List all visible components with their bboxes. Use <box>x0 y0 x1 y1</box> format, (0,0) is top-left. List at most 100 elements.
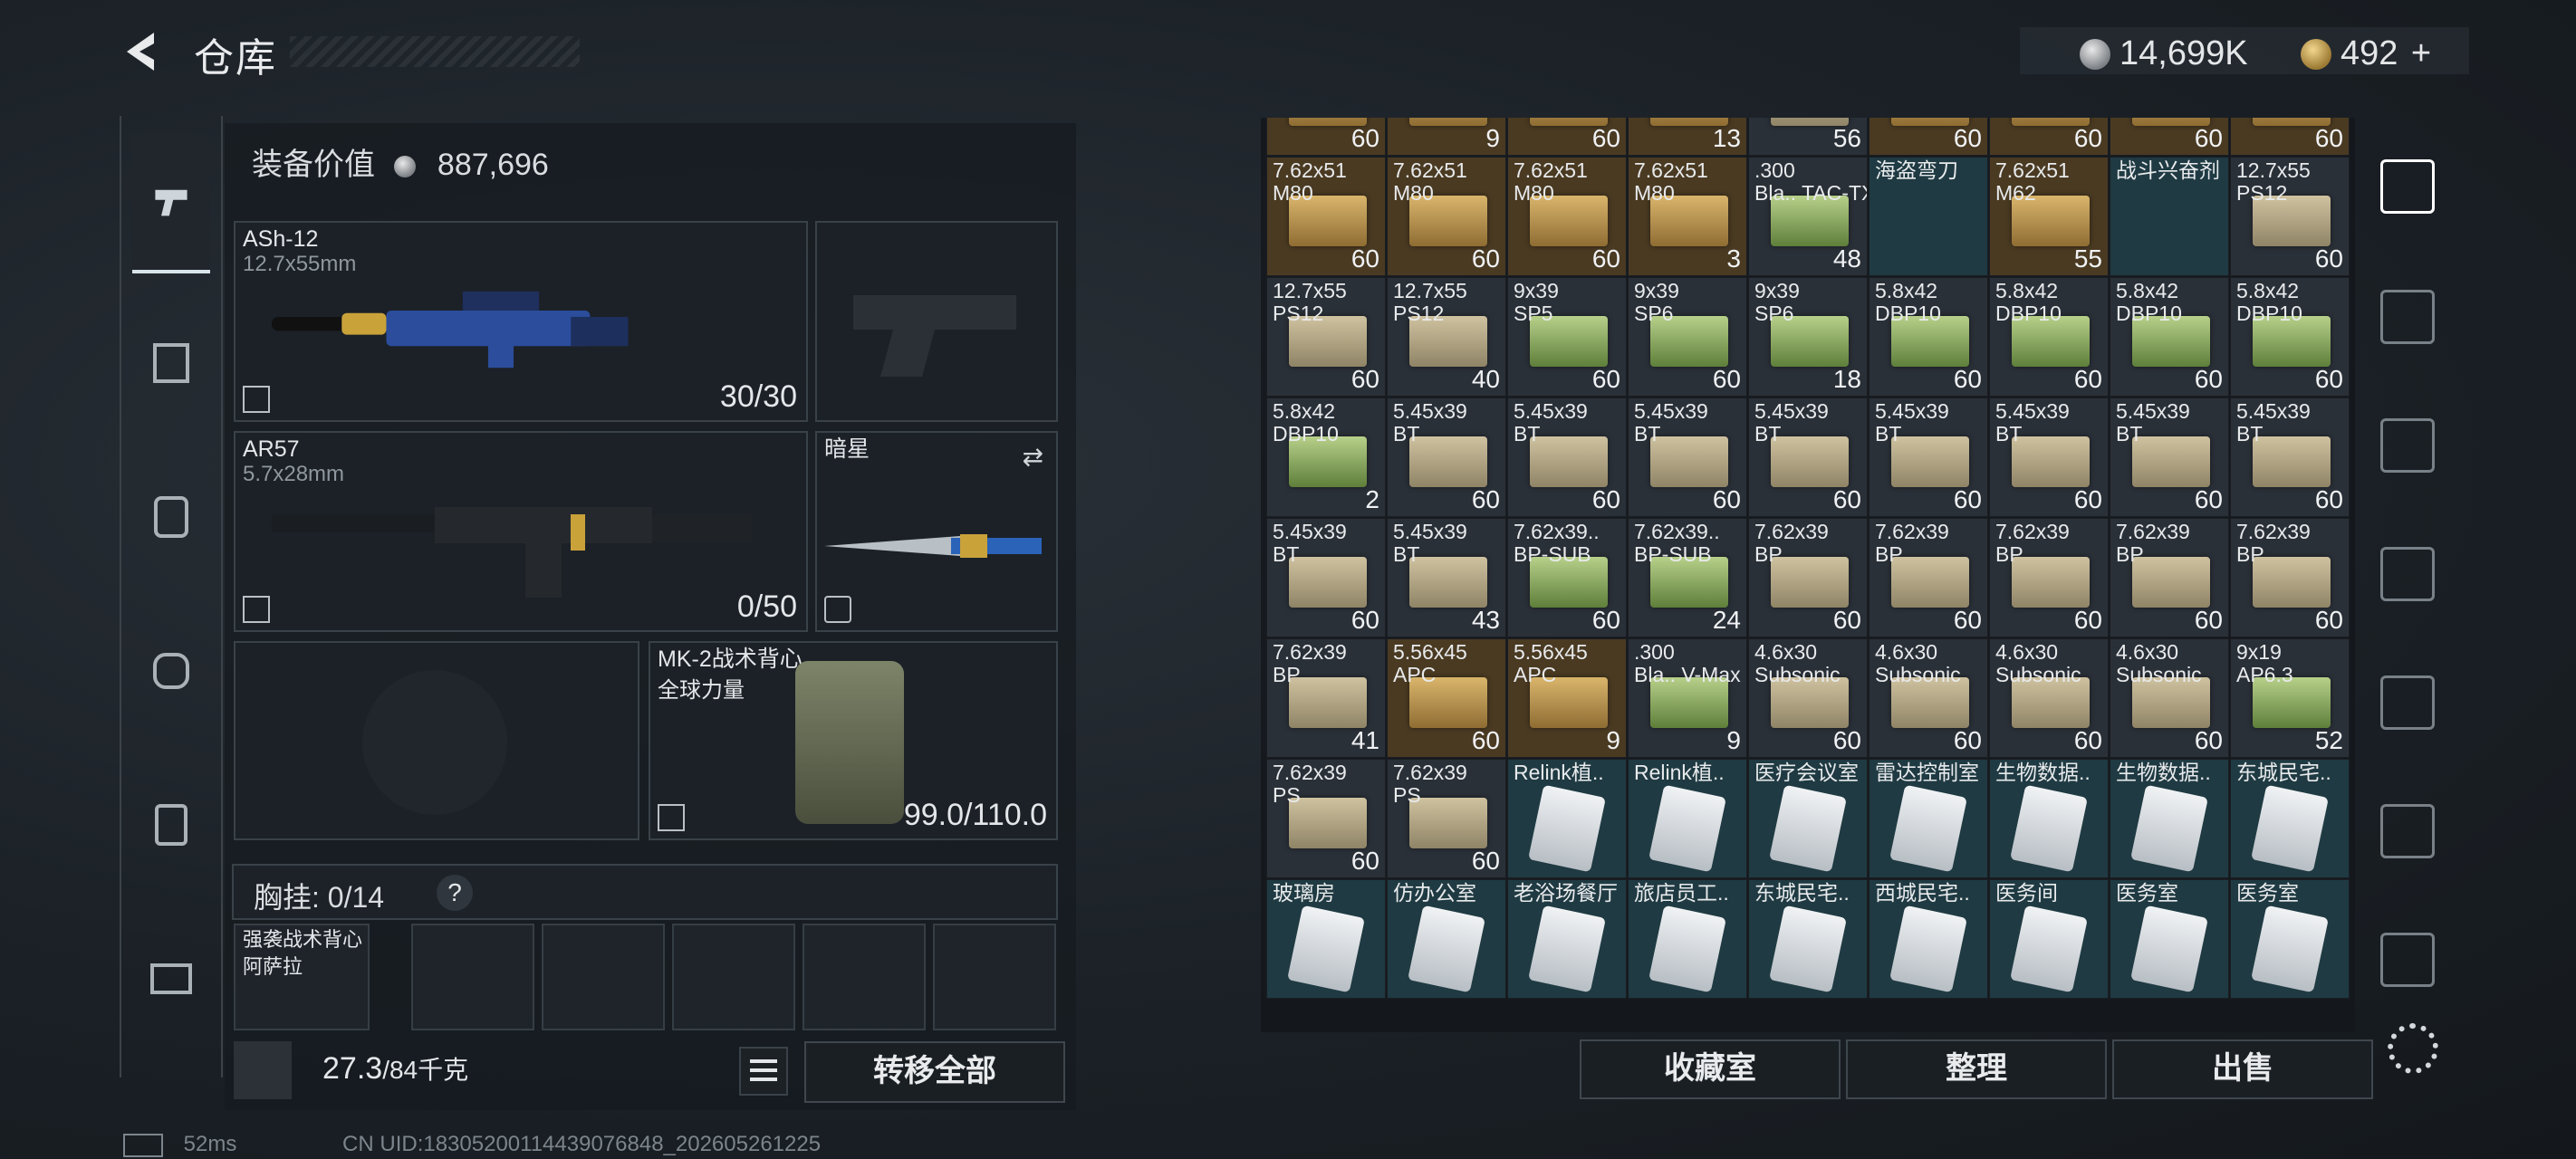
rig-pocket-slot[interactable] <box>411 924 534 1030</box>
tab-stash-5[interactable] <box>2380 547 2435 601</box>
stash-item[interactable]: 4.6x30 Subsonic 60 <box>1748 638 1868 758</box>
stash-item[interactable]: 7.62x39 PS 60 <box>1266 759 1386 878</box>
tab-stash-4b[interactable] <box>2380 675 2435 730</box>
stash-item[interactable]: 60 <box>1507 118 1627 156</box>
nav-toolbox[interactable] <box>132 940 210 1018</box>
stash-item[interactable]: 5.45x39 BT 60 <box>1387 398 1506 517</box>
stash-item[interactable]: 7.62x39.. BP-SUB 24 <box>1628 518 1747 637</box>
stash-item[interactable]: 生物数据.. <box>2110 759 2229 878</box>
stash-item[interactable]: 5.8x42 DBP10 60 <box>2230 277 2350 397</box>
stash-item[interactable]: 7.62x39 BP 60 <box>2230 518 2350 637</box>
stash-item[interactable]: 5.56x45 APC 9 <box>1507 638 1627 758</box>
stash-item[interactable]: 医疗会议室 <box>1748 759 1868 878</box>
stash-item[interactable]: 12.7x55 PS12 40 <box>1387 277 1506 397</box>
swap-icon[interactable]: ⇄ <box>1023 442 1043 472</box>
chest-rig-row[interactable]: 胸挂: 0/14 ? <box>232 864 1058 920</box>
tab-stash-4a[interactable] <box>2380 418 2435 473</box>
stash-item[interactable]: 仿办公室 <box>1387 879 1506 999</box>
list-view-button[interactable] <box>739 1047 788 1096</box>
stash-item[interactable]: 5.45x39 BT 60 <box>1628 398 1747 517</box>
transfer-all-button[interactable]: 转移全部 <box>804 1041 1065 1103</box>
settings-gear-icon[interactable] <box>2388 1023 2438 1074</box>
primary-weapon-slot[interactable]: ASh-12 12.7x55mm 30/30 <box>234 221 808 422</box>
stash-item[interactable]: 战斗兴奋剂 <box>2110 157 2229 276</box>
stash-item[interactable]: 东城民宅.. <box>2230 759 2350 878</box>
stash-item[interactable]: 9x39 SP5 60 <box>1507 277 1627 397</box>
nav-vest[interactable] <box>132 324 210 402</box>
stash-item[interactable]: 56 <box>1748 118 1868 156</box>
stash-item[interactable]: 7.62x51 M80 3 <box>1628 157 1747 276</box>
stash-item[interactable]: 4.6x30 Subsonic 60 <box>2110 638 2229 758</box>
stash-item[interactable]: 9x19 AP6.3 52 <box>2230 638 2350 758</box>
stash-item[interactable]: 7.62x51 M80 60 <box>1387 157 1506 276</box>
stash-item[interactable]: 9x39 SP6 18 <box>1748 277 1868 397</box>
stash-item[interactable]: 7.62x51 M80 60 <box>1507 157 1627 276</box>
tab-stash-4c[interactable] <box>2380 933 2435 987</box>
stash-item[interactable]: 5.8x42 DBP10 2 <box>1266 398 1386 517</box>
stash-item[interactable]: 4.6x30 Subsonic 60 <box>1989 638 2109 758</box>
nav-weapons[interactable] <box>132 134 210 273</box>
nav-case[interactable] <box>132 786 210 864</box>
stash-item[interactable]: 7.62x51 M80 60 <box>1266 157 1386 276</box>
tab-stash-gt[interactable] <box>2380 804 2435 858</box>
stash-item[interactable]: 60 <box>1266 118 1386 156</box>
stash-item[interactable]: 7.62x51 M62 55 <box>1989 157 2109 276</box>
add-gold-button[interactable]: + <box>2411 34 2431 72</box>
stash-item[interactable]: 东城民宅.. <box>1748 879 1868 999</box>
sort-button[interactable]: 整理 <box>1846 1039 2107 1099</box>
nav-bag[interactable] <box>132 632 210 710</box>
stash-item[interactable]: 7.62x39.. BP-SUB 60 <box>1507 518 1627 637</box>
stash-item[interactable]: 12.7x55 PS12 60 <box>2230 157 2350 276</box>
tab-main-stash[interactable] <box>2380 159 2435 214</box>
stash-item[interactable]: 13 <box>1628 118 1747 156</box>
stash-item[interactable]: 5.45x39 BT 60 <box>1748 398 1868 517</box>
stash-item[interactable]: 5.45x39 BT 60 <box>2110 398 2229 517</box>
stash-item[interactable]: 5.45x39 BT 60 <box>1989 398 2109 517</box>
help-button[interactable]: ? <box>437 875 473 911</box>
stash-item[interactable]: 老浴场餐厅 <box>1507 879 1627 999</box>
helmet-slot[interactable] <box>234 641 639 840</box>
stash-item[interactable]: 12.7x55 PS12 60 <box>1266 277 1386 397</box>
stash-item[interactable]: 60 <box>2110 118 2229 156</box>
stash-item[interactable]: 7.62x39 PS 60 <box>1387 759 1506 878</box>
pistol-slot[interactable] <box>815 221 1058 422</box>
stash-item[interactable]: 5.56x45 APC 60 <box>1387 638 1506 758</box>
rig-pocket-slot[interactable] <box>672 924 795 1030</box>
nav-backpack[interactable] <box>132 478 210 556</box>
back-button[interactable] <box>118 27 167 76</box>
stash-item[interactable]: 60 <box>1989 118 2109 156</box>
rig-pocket-slot[interactable] <box>933 924 1056 1030</box>
stash-item[interactable]: 医务间 <box>1989 879 2109 999</box>
stash-item[interactable]: 7.62x39 BP 41 <box>1266 638 1386 758</box>
sell-button[interactable]: 出售 <box>2112 1039 2373 1099</box>
stash-item[interactable]: 旅店员工.. <box>1628 879 1747 999</box>
stash-item[interactable]: 玻璃房 <box>1266 879 1386 999</box>
stash-item[interactable]: Relink植.. <box>1628 759 1747 878</box>
stash-item[interactable]: 5.45x39 BT 43 <box>1387 518 1506 637</box>
stash-item[interactable]: 5.8x42 DBP10 60 <box>2110 277 2229 397</box>
stash-item[interactable]: 60 <box>1869 118 1988 156</box>
stash-item[interactable]: 5.8x42 DBP10 60 <box>1869 277 1988 397</box>
stash-item[interactable]: 60 <box>2230 118 2350 156</box>
rig-slot[interactable]: 强袭战术背心 阿萨拉 <box>234 924 370 1030</box>
stash-item[interactable]: 雷达控制室 <box>1869 759 1988 878</box>
armor-slot[interactable]: MK-2战术背心 全球力量 99.0/110.0 <box>649 641 1058 840</box>
stash-item[interactable]: 西城民宅.. <box>1869 879 1988 999</box>
stash-item[interactable]: 5.8x42 DBP10 60 <box>1989 277 2109 397</box>
stash-item[interactable]: .300 Bla.. TAC-TX 48 <box>1748 157 1868 276</box>
stash-item[interactable]: 7.62x39 BP 60 <box>2110 518 2229 637</box>
stash-item[interactable]: 7.62x39 BP 60 <box>1989 518 2109 637</box>
stash-item[interactable]: 4.6x30 Subsonic 60 <box>1869 638 1988 758</box>
rig-pocket-slot[interactable] <box>542 924 665 1030</box>
stash-grid[interactable]: 60 9 60 13 56 60 60 60 60 7.62x51 M80 60 7.62x51 M80 6… <box>1261 118 2355 1032</box>
stash-item[interactable]: 医务室 <box>2230 879 2350 999</box>
stash-item[interactable]: .300 Bla.. V-Max 9 <box>1628 638 1747 758</box>
tab-stash-3[interactable] <box>2380 290 2435 344</box>
stash-item[interactable]: 5.45x39 BT 60 <box>1266 518 1386 637</box>
stash-item[interactable]: 5.45x39 BT 60 <box>1507 398 1627 517</box>
stash-item[interactable]: 医务室 <box>2110 879 2229 999</box>
melee-slot[interactable]: 暗星 ⇄ <box>815 431 1058 632</box>
stash-item[interactable]: 海盗弯刀 <box>1869 157 1988 276</box>
stash-item[interactable]: 7.62x39 BP 60 <box>1748 518 1868 637</box>
collection-button[interactable]: 收藏室 <box>1580 1039 1841 1099</box>
